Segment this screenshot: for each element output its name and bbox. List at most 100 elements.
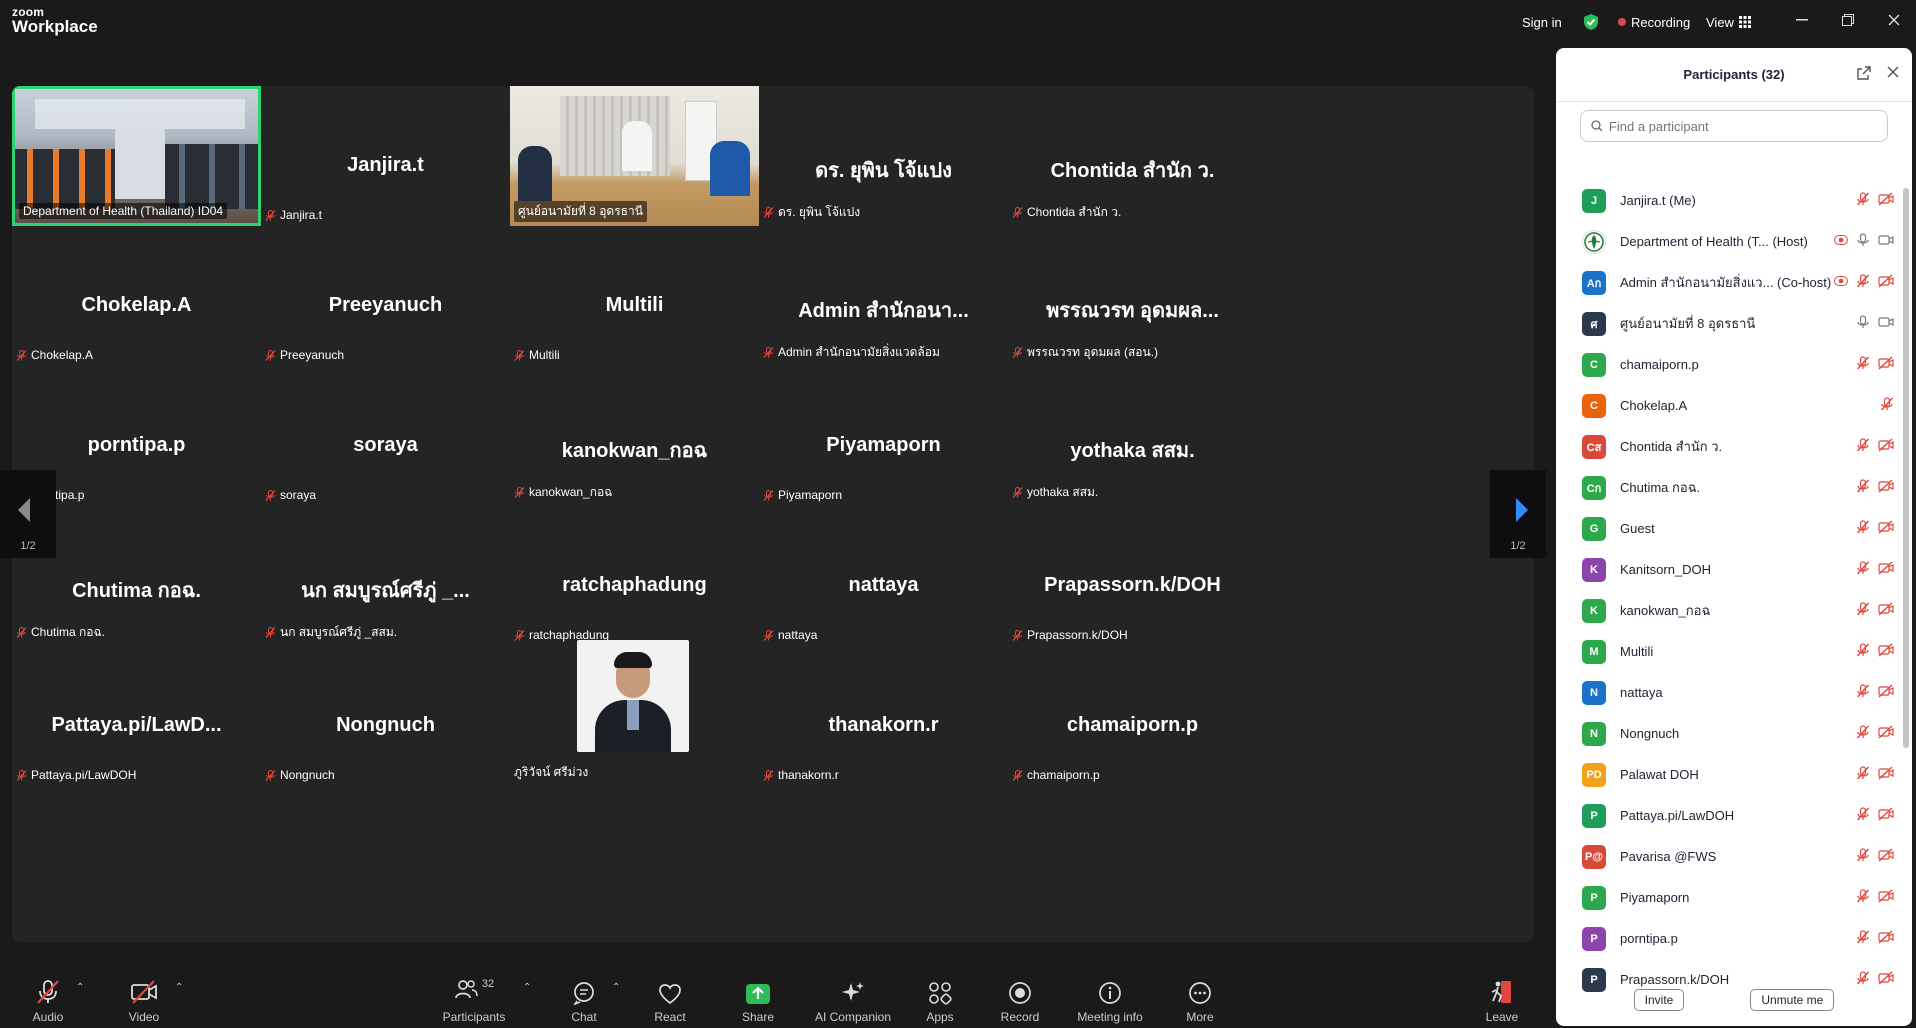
audio-options-caret[interactable]: ⌃ xyxy=(76,982,84,993)
participant-tile[interactable]: thanakorn.r thanakorn.r xyxy=(759,646,1008,786)
camera-off-icon[interactable] xyxy=(1878,520,1894,534)
camera-off-icon[interactable] xyxy=(1878,930,1894,944)
participant-tile[interactable]: yothaka สสม. yothaka สสม. xyxy=(1008,366,1257,506)
participant-search-box[interactable] xyxy=(1580,110,1888,142)
camera-off-icon[interactable] xyxy=(1878,438,1894,452)
participant-search-input[interactable] xyxy=(1608,118,1887,134)
participant-row[interactable]: K Kanitsorn_DOH xyxy=(1556,549,1900,590)
participant-row[interactable]: Cก Chutima กอฉ. xyxy=(1556,467,1900,508)
participant-tile[interactable]: ศูนย์อนามัยที่ 8 อุดรธานี xyxy=(510,86,759,226)
more-button[interactable]: More xyxy=(1182,962,1218,1028)
react-button[interactable]: React xyxy=(652,962,688,1028)
camera-off-icon[interactable] xyxy=(1878,766,1894,780)
participant-tile[interactable]: Preeyanuch Preeyanuch xyxy=(261,226,510,366)
participant-tile[interactable]: พรรณวรท อุดมผล... พรรณวรท อุดมผล (สอน.) xyxy=(1008,226,1257,366)
mic-muted-icon[interactable] xyxy=(1856,438,1870,452)
camera-off-icon[interactable] xyxy=(1878,643,1894,657)
record-button[interactable]: Record xyxy=(998,962,1042,1028)
participant-tile[interactable]: chamaiporn.p chamaiporn.p xyxy=(1008,646,1257,786)
participant-tile[interactable]: kanokwan_กอฉ kanokwan_กอฉ xyxy=(510,366,759,506)
participant-tile[interactable]: soraya soraya xyxy=(261,366,510,506)
participant-tile[interactable]: ดร. ยุพิน โจ้แปง ดร. ยุพิน โจ้แปง xyxy=(759,86,1008,226)
mic-muted-icon[interactable] xyxy=(1880,397,1894,411)
mic-muted-icon[interactable] xyxy=(1856,479,1870,493)
close-panel-icon[interactable] xyxy=(1886,65,1900,79)
pop-out-icon[interactable] xyxy=(1856,65,1872,81)
mic-muted-icon[interactable] xyxy=(1856,684,1870,698)
video-options-caret[interactable]: ⌃ xyxy=(175,982,183,993)
camera-off-icon[interactable] xyxy=(1878,684,1894,698)
mic-on-icon[interactable] xyxy=(1856,315,1870,329)
sign-in-button[interactable]: Sign in xyxy=(1514,12,1570,33)
mic-muted-icon[interactable] xyxy=(1856,561,1870,575)
camera-off-icon[interactable] xyxy=(1878,889,1894,903)
participant-row[interactable]: ศ ศูนย์อนามัยที่ 8 อุดรธานี xyxy=(1556,303,1900,344)
participant-row[interactable]: Pporntipa.p xyxy=(1556,918,1900,959)
restore-button[interactable] xyxy=(1828,8,1868,32)
unmute-me-button[interactable]: Unmute me xyxy=(1750,989,1835,1011)
camera-on-icon[interactable] xyxy=(1878,233,1894,247)
participant-row[interactable]: P Pattaya.pi/LawDOH xyxy=(1556,795,1900,836)
close-window-button[interactable] xyxy=(1874,8,1914,32)
video-button[interactable]: Video xyxy=(124,962,164,1028)
participant-row[interactable]: Department of Health (T... (Host) xyxy=(1556,221,1900,262)
participant-tile[interactable]: Admin สำนักอนา... Admin สำนักอนามัยสิ่งแว… xyxy=(759,226,1008,366)
participant-tile[interactable]: Chontida สำนัก ว. Chontida สำนัก ว. xyxy=(1008,86,1257,226)
meeting-info-button[interactable]: Meeting info xyxy=(1074,962,1146,1028)
participant-row[interactable]: C Chokelap.A xyxy=(1556,385,1900,426)
participant-row[interactable]: N Nongnuch xyxy=(1556,713,1900,754)
participant-tile[interactable]: nattaya nattaya xyxy=(759,506,1008,646)
view-button[interactable]: View xyxy=(1698,12,1759,33)
mic-muted-icon[interactable] xyxy=(1856,807,1870,821)
participant-tile[interactable]: Prapassorn.k/DOH Prapassorn.k/DOH xyxy=(1008,506,1257,646)
camera-off-icon[interactable] xyxy=(1878,725,1894,739)
participant-row[interactable]: Aก Admin สำนักอนามัยสิ่งแว... (Co-host) xyxy=(1556,262,1900,303)
ai-companion-button[interactable]: AI Companion xyxy=(812,962,894,1028)
participant-tile[interactable]: Multili Multili xyxy=(510,226,759,366)
camera-off-icon[interactable] xyxy=(1878,807,1894,821)
minimize-button[interactable] xyxy=(1782,8,1822,32)
mic-muted-icon[interactable] xyxy=(1856,643,1870,657)
participant-row[interactable]: Nnattaya xyxy=(1556,672,1900,713)
participant-tile[interactable]: Piyamaporn Piyamaporn xyxy=(759,366,1008,506)
participant-tile[interactable]: Department of Health (Thailand) ID04 xyxy=(12,86,261,226)
mic-muted-icon[interactable] xyxy=(1856,192,1870,206)
mic-muted-icon[interactable] xyxy=(1856,520,1870,534)
mic-on-icon[interactable] xyxy=(1856,233,1870,247)
participant-tile[interactable]: Pattaya.pi/LawD... Pattaya.pi/LawDOH xyxy=(12,646,261,786)
leave-button[interactable]: Leave xyxy=(1484,962,1520,1028)
participant-row[interactable]: Kkanokwan_กอฉ xyxy=(1556,590,1900,631)
mic-muted-icon[interactable] xyxy=(1856,930,1870,944)
camera-off-icon[interactable] xyxy=(1878,274,1894,288)
next-page-button[interactable]: 1/2 xyxy=(1490,470,1546,558)
participant-row[interactable]: M Multili xyxy=(1556,631,1900,672)
camera-off-icon[interactable] xyxy=(1878,561,1894,575)
chat-options-caret[interactable]: ⌃ xyxy=(612,982,620,993)
previous-page-button[interactable]: 1/2 xyxy=(0,470,56,558)
participant-row[interactable]: PD Palawat DOH xyxy=(1556,754,1900,795)
participant-row[interactable]: G Guest xyxy=(1556,508,1900,549)
mic-muted-icon[interactable] xyxy=(1856,889,1870,903)
invite-button[interactable]: Invite xyxy=(1633,989,1685,1011)
participant-row[interactable]: J Janjira.t (Me) xyxy=(1556,180,1900,221)
camera-off-icon[interactable] xyxy=(1878,479,1894,493)
audio-button[interactable]: Audio xyxy=(28,962,68,1028)
participants-button[interactable]: 32 Participants xyxy=(442,962,506,1028)
participant-list-scrollbar[interactable] xyxy=(1903,188,1909,748)
participant-row[interactable]: P@ Pavarisa @FWS xyxy=(1556,836,1900,877)
mic-muted-icon[interactable] xyxy=(1856,766,1870,780)
apps-button[interactable]: Apps xyxy=(922,962,958,1028)
participants-options-caret[interactable]: ⌃ xyxy=(523,982,531,993)
mic-muted-icon[interactable] xyxy=(1856,848,1870,862)
chat-button[interactable]: Chat xyxy=(566,962,602,1028)
mic-muted-icon[interactable] xyxy=(1856,725,1870,739)
security-shield-icon[interactable] xyxy=(1583,10,1599,34)
mic-muted-icon[interactable] xyxy=(1856,602,1870,616)
participant-row[interactable]: Cchamaiporn.p xyxy=(1556,344,1900,385)
camera-off-icon[interactable] xyxy=(1878,356,1894,370)
participant-row[interactable]: Cส Chontida สำนัก ว. xyxy=(1556,426,1900,467)
participant-tile[interactable]: Nongnuch Nongnuch xyxy=(261,646,510,786)
participant-tile[interactable]: Janjira.t Janjira.t xyxy=(261,86,510,226)
camera-on-icon[interactable] xyxy=(1878,315,1894,329)
camera-off-icon[interactable] xyxy=(1878,192,1894,206)
